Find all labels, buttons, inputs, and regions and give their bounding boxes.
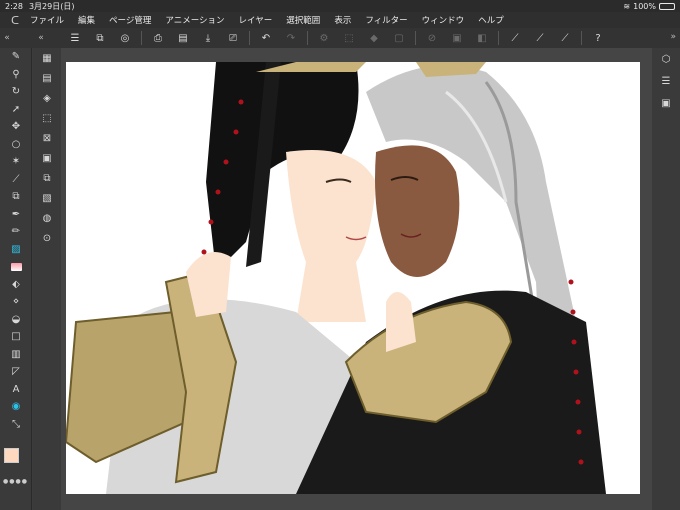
- subtool-1-icon[interactable]: ▦: [33, 48, 61, 68]
- collapse-left-icon[interactable]: «: [0, 33, 14, 43]
- subtool-5-icon[interactable]: ⊠: [33, 128, 61, 148]
- menu-animation[interactable]: アニメーション: [158, 14, 231, 26]
- lasso-icon[interactable]: ○: [0, 136, 32, 154]
- main-color-swatch[interactable]: [4, 448, 19, 463]
- transform-icon[interactable]: ⬚: [340, 30, 358, 46]
- menu-view[interactable]: 表示: [327, 14, 358, 26]
- menu-icon[interactable]: ☰: [66, 30, 84, 46]
- subtool-2-icon[interactable]: ▤: [33, 68, 61, 88]
- canvas-area[interactable]: [61, 48, 652, 510]
- menu-page[interactable]: ページ管理: [102, 14, 158, 26]
- menu-bar: ᑕ ファイル 編集 ページ管理 アニメーション レイヤー 選択範囲 表示 フィル…: [0, 12, 680, 28]
- clear-icon[interactable]: ▣: [448, 30, 466, 46]
- collapse-right-icon[interactable]: »: [670, 32, 676, 42]
- wifi-icon: ≋: [623, 1, 631, 11]
- status-bar: 2:28 3月29日(日) ≋ 100%: [0, 0, 680, 12]
- subtool-4-icon[interactable]: ⬚: [33, 108, 61, 128]
- status-date: 3月29日(日): [28, 1, 75, 11]
- snap-ruler-icon[interactable]: ⟋: [506, 30, 524, 46]
- tool-palette: ✎ ⚲ ↻ ➚ ✥ ○ ✶ ⟋ ⧉ ✒ ✏ ▨ ⬖ ⋄ ◒ □ ▥ ◸ A ◉ …: [0, 48, 32, 510]
- blend-icon[interactable]: ⋄: [0, 293, 32, 311]
- fill-bucket-icon[interactable]: ◒: [0, 311, 32, 329]
- left-face: [286, 150, 376, 272]
- rotate-icon[interactable]: ↻: [0, 83, 32, 101]
- speech-balloon-icon[interactable]: ◉: [0, 398, 32, 416]
- menu-file[interactable]: ファイル: [30, 14, 71, 26]
- text-icon[interactable]: A: [0, 381, 32, 399]
- subtool-9-icon[interactable]: ◍: [33, 208, 61, 228]
- airbrush-icon[interactable]: [0, 258, 32, 276]
- eyedropper-icon[interactable]: ⟋: [0, 171, 32, 189]
- figure-icon[interactable]: ◸: [0, 363, 32, 381]
- command-bar: « « ☰ ⧉ ◎ ⎙ ▤ ⤓ ⎚ ↶ ↷ ⚙ ⬚ ◆ ▢ ⊘ ▣ ◧ ⟋ ⟋ …: [0, 28, 680, 48]
- help-icon[interactable]: ?: [589, 30, 607, 46]
- fill-icon[interactable]: ◆: [365, 30, 383, 46]
- command-icons: ☰ ⧉ ◎ ⎙ ▤ ⤓ ⎚ ↶ ↷ ⚙ ⬚ ◆ ▢ ⊘ ▣ ◧ ⟋ ⟋ ⟋ ?: [66, 29, 614, 47]
- new-canvas-icon[interactable]: ⧉: [91, 30, 109, 46]
- snap-special-icon[interactable]: ⟋: [531, 30, 549, 46]
- navigator-icon[interactable]: ⬡: [652, 48, 680, 70]
- zoom-icon[interactable]: ⚲: [0, 66, 32, 84]
- undo-icon[interactable]: ↶: [257, 30, 275, 46]
- right-panel-bar: ⬡ ☰ ▣: [652, 48, 680, 510]
- menu-help[interactable]: ヘルプ: [471, 14, 511, 26]
- transparent-color-icon[interactable]: ●●●●: [3, 478, 28, 485]
- snap-grid-icon[interactable]: ⟋: [556, 30, 574, 46]
- folder-icon[interactable]: ▤: [174, 30, 192, 46]
- battery-percent: 100%: [633, 1, 656, 11]
- menu-edit[interactable]: 編集: [71, 14, 102, 26]
- subtool-8-icon[interactable]: ▧: [33, 188, 61, 208]
- artwork-canvas[interactable]: [66, 62, 640, 494]
- menu-window[interactable]: ウィンドウ: [415, 14, 472, 26]
- property-icon[interactable]: ▣: [652, 92, 680, 114]
- deselect-icon[interactable]: ⚙: [315, 30, 333, 46]
- wand-icon[interactable]: ✶: [0, 153, 32, 171]
- right-hand: [386, 292, 416, 352]
- operation-icon[interactable]: ⤡: [0, 416, 32, 434]
- object-select-icon[interactable]: ➚: [0, 101, 32, 119]
- redo-icon[interactable]: ↷: [282, 30, 300, 46]
- copy-layer-icon[interactable]: ⧉: [0, 188, 32, 206]
- battery-icon: [659, 2, 675, 10]
- pen-settings-icon[interactable]: ✎: [0, 48, 32, 66]
- subtool-7-icon[interactable]: ⧉: [33, 168, 61, 188]
- app-logo-icon[interactable]: ᑕ: [0, 14, 30, 27]
- open-icon[interactable]: ◎: [116, 30, 134, 46]
- crop-icon[interactable]: ▢: [390, 30, 408, 46]
- gradient-icon[interactable]: ▥: [0, 346, 32, 364]
- save-icon[interactable]: ⎙: [149, 30, 167, 46]
- collapse-sub-icon[interactable]: «: [34, 33, 48, 43]
- menu-layer[interactable]: レイヤー: [232, 14, 280, 26]
- menu-selection[interactable]: 選択範囲: [279, 14, 327, 26]
- artwork-illustration: [66, 62, 606, 494]
- invert-icon[interactable]: ◧: [473, 30, 491, 46]
- color-well[interactable]: [4, 448, 28, 474]
- print-icon[interactable]: ⎚: [224, 30, 242, 46]
- status-time: 2:28: [5, 1, 23, 11]
- menu-filter[interactable]: フィルター: [358, 14, 414, 26]
- subtool-3-icon[interactable]: ◈: [33, 88, 61, 108]
- move-layer-icon[interactable]: ✥: [0, 118, 32, 136]
- download-icon[interactable]: ⤓: [199, 30, 217, 46]
- hide-selection-icon[interactable]: ⊘: [423, 30, 441, 46]
- right-face: [375, 145, 460, 277]
- pen-icon[interactable]: ✒: [0, 206, 32, 224]
- layers-icon[interactable]: ☰: [652, 70, 680, 92]
- pencil-icon[interactable]: ✏: [0, 223, 32, 241]
- subtool-6-icon[interactable]: ▣: [33, 148, 61, 168]
- brush-icon[interactable]: ▨: [0, 241, 32, 259]
- status-right: ≋ 100%: [623, 2, 675, 11]
- sub-palette: ▦ ▤ ◈ ⬚ ⊠ ▣ ⧉ ▧ ◍ ⊙: [33, 48, 61, 510]
- eraser-icon[interactable]: ⬖: [0, 276, 32, 294]
- rect-icon[interactable]: □: [0, 328, 32, 346]
- subtool-10-icon[interactable]: ⊙: [33, 228, 61, 248]
